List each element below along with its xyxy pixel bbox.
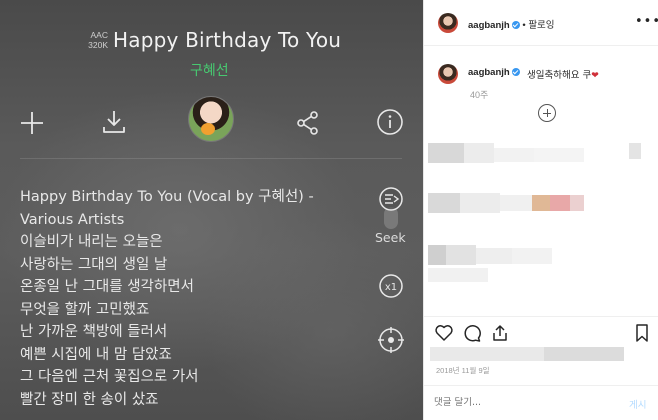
speed-label: x1 (385, 282, 397, 293)
crosshair-icon[interactable] (376, 325, 406, 355)
share-icon[interactable] (294, 109, 322, 137)
seek-icon[interactable] (377, 185, 405, 213)
artist-name[interactable]: 구혜선 (190, 60, 229, 80)
bookmark-icon[interactable] (632, 323, 652, 347)
heart-emoji: ❤ (591, 71, 599, 81)
info-icon[interactable] (376, 108, 404, 136)
lyric-line: 예쁜 시집에 내 맘 담았죠 (20, 346, 172, 363)
separator-dot: • (522, 20, 526, 31)
lyric-line: 사랑하는 그대의 생일 날 (20, 256, 168, 273)
music-player: AAC 320K Happy Birthday To You 구혜선 Happy… (0, 0, 423, 420)
plus-icon[interactable] (18, 109, 46, 137)
audio-format-badge: AAC 320K (80, 30, 108, 50)
more-options-icon[interactable]: ••• (635, 14, 658, 29)
lyric-line: 온종일 난 그대를 생각하면서 (20, 279, 194, 295)
like-heart-icon[interactable] (434, 323, 454, 347)
lyric-line: Various Artists (20, 211, 125, 228)
lyrics-panel[interactable]: Happy Birthday To You (Vocal by 구혜선) - V… (20, 186, 365, 411)
speed-button[interactable]: x1 (377, 272, 405, 300)
post-header: aagbanjh • 팔로잉 ••• (424, 0, 658, 46)
format-bitrate: 320K (88, 40, 108, 50)
username-link[interactable]: aagbanjh • 팔로잉 (468, 17, 555, 31)
lyric-line: 빨간 장미 한 송이 샀죠 (20, 391, 159, 408)
player-divider (20, 158, 402, 159)
blurred-likes (544, 347, 624, 361)
add-icon[interactable] (538, 104, 556, 122)
verified-badge-icon (511, 21, 520, 29)
share-icon[interactable] (490, 323, 510, 347)
lyric-line: 그 다음엔 근처 꽃집으로 가서 (20, 369, 199, 385)
username: aagbanjh (468, 20, 510, 31)
caption-username-text: aagbanjh (468, 67, 510, 78)
lyric-line: 난 가까운 책방에 들러서 (20, 324, 168, 340)
avatar[interactable] (438, 64, 458, 84)
caption-username[interactable]: aagbanjh (468, 67, 520, 78)
post-date: 2018년 11월 9일 (436, 366, 490, 375)
lyric-line: Happy Birthday To You (Vocal by 구혜선) - (20, 189, 314, 205)
seek-label: Seek (375, 230, 406, 245)
actions-divider (424, 316, 658, 317)
download-icon[interactable] (99, 107, 129, 137)
post-age: 40주 (470, 90, 489, 100)
instagram-panel: aagbanjh • 팔로잉 ••• aagbanjh 생일축하해요 쿠❤ 40… (423, 0, 658, 420)
comment-input[interactable] (434, 397, 604, 408)
song-title: Happy Birthday To You (113, 28, 342, 52)
format-codec: AAC (90, 30, 108, 40)
post-comment-button[interactable]: 게시 (629, 397, 646, 411)
following-label[interactable]: 팔로잉 (528, 20, 554, 31)
caption: 생일축하해요 쿠❤ (527, 67, 599, 81)
comment-icon[interactable] (462, 323, 482, 347)
avatar[interactable] (438, 13, 458, 33)
comment-bar: 게시 (424, 385, 658, 420)
lyric-line: 무엇을 할까 고민했죠 (20, 301, 150, 318)
lyric-line: 이슬비가 내리는 오늘은 (20, 234, 163, 250)
album-art-avatar[interactable] (188, 96, 234, 142)
caption-text: 생일축하해요 쿠 (527, 70, 592, 81)
verified-badge-icon (511, 68, 520, 76)
